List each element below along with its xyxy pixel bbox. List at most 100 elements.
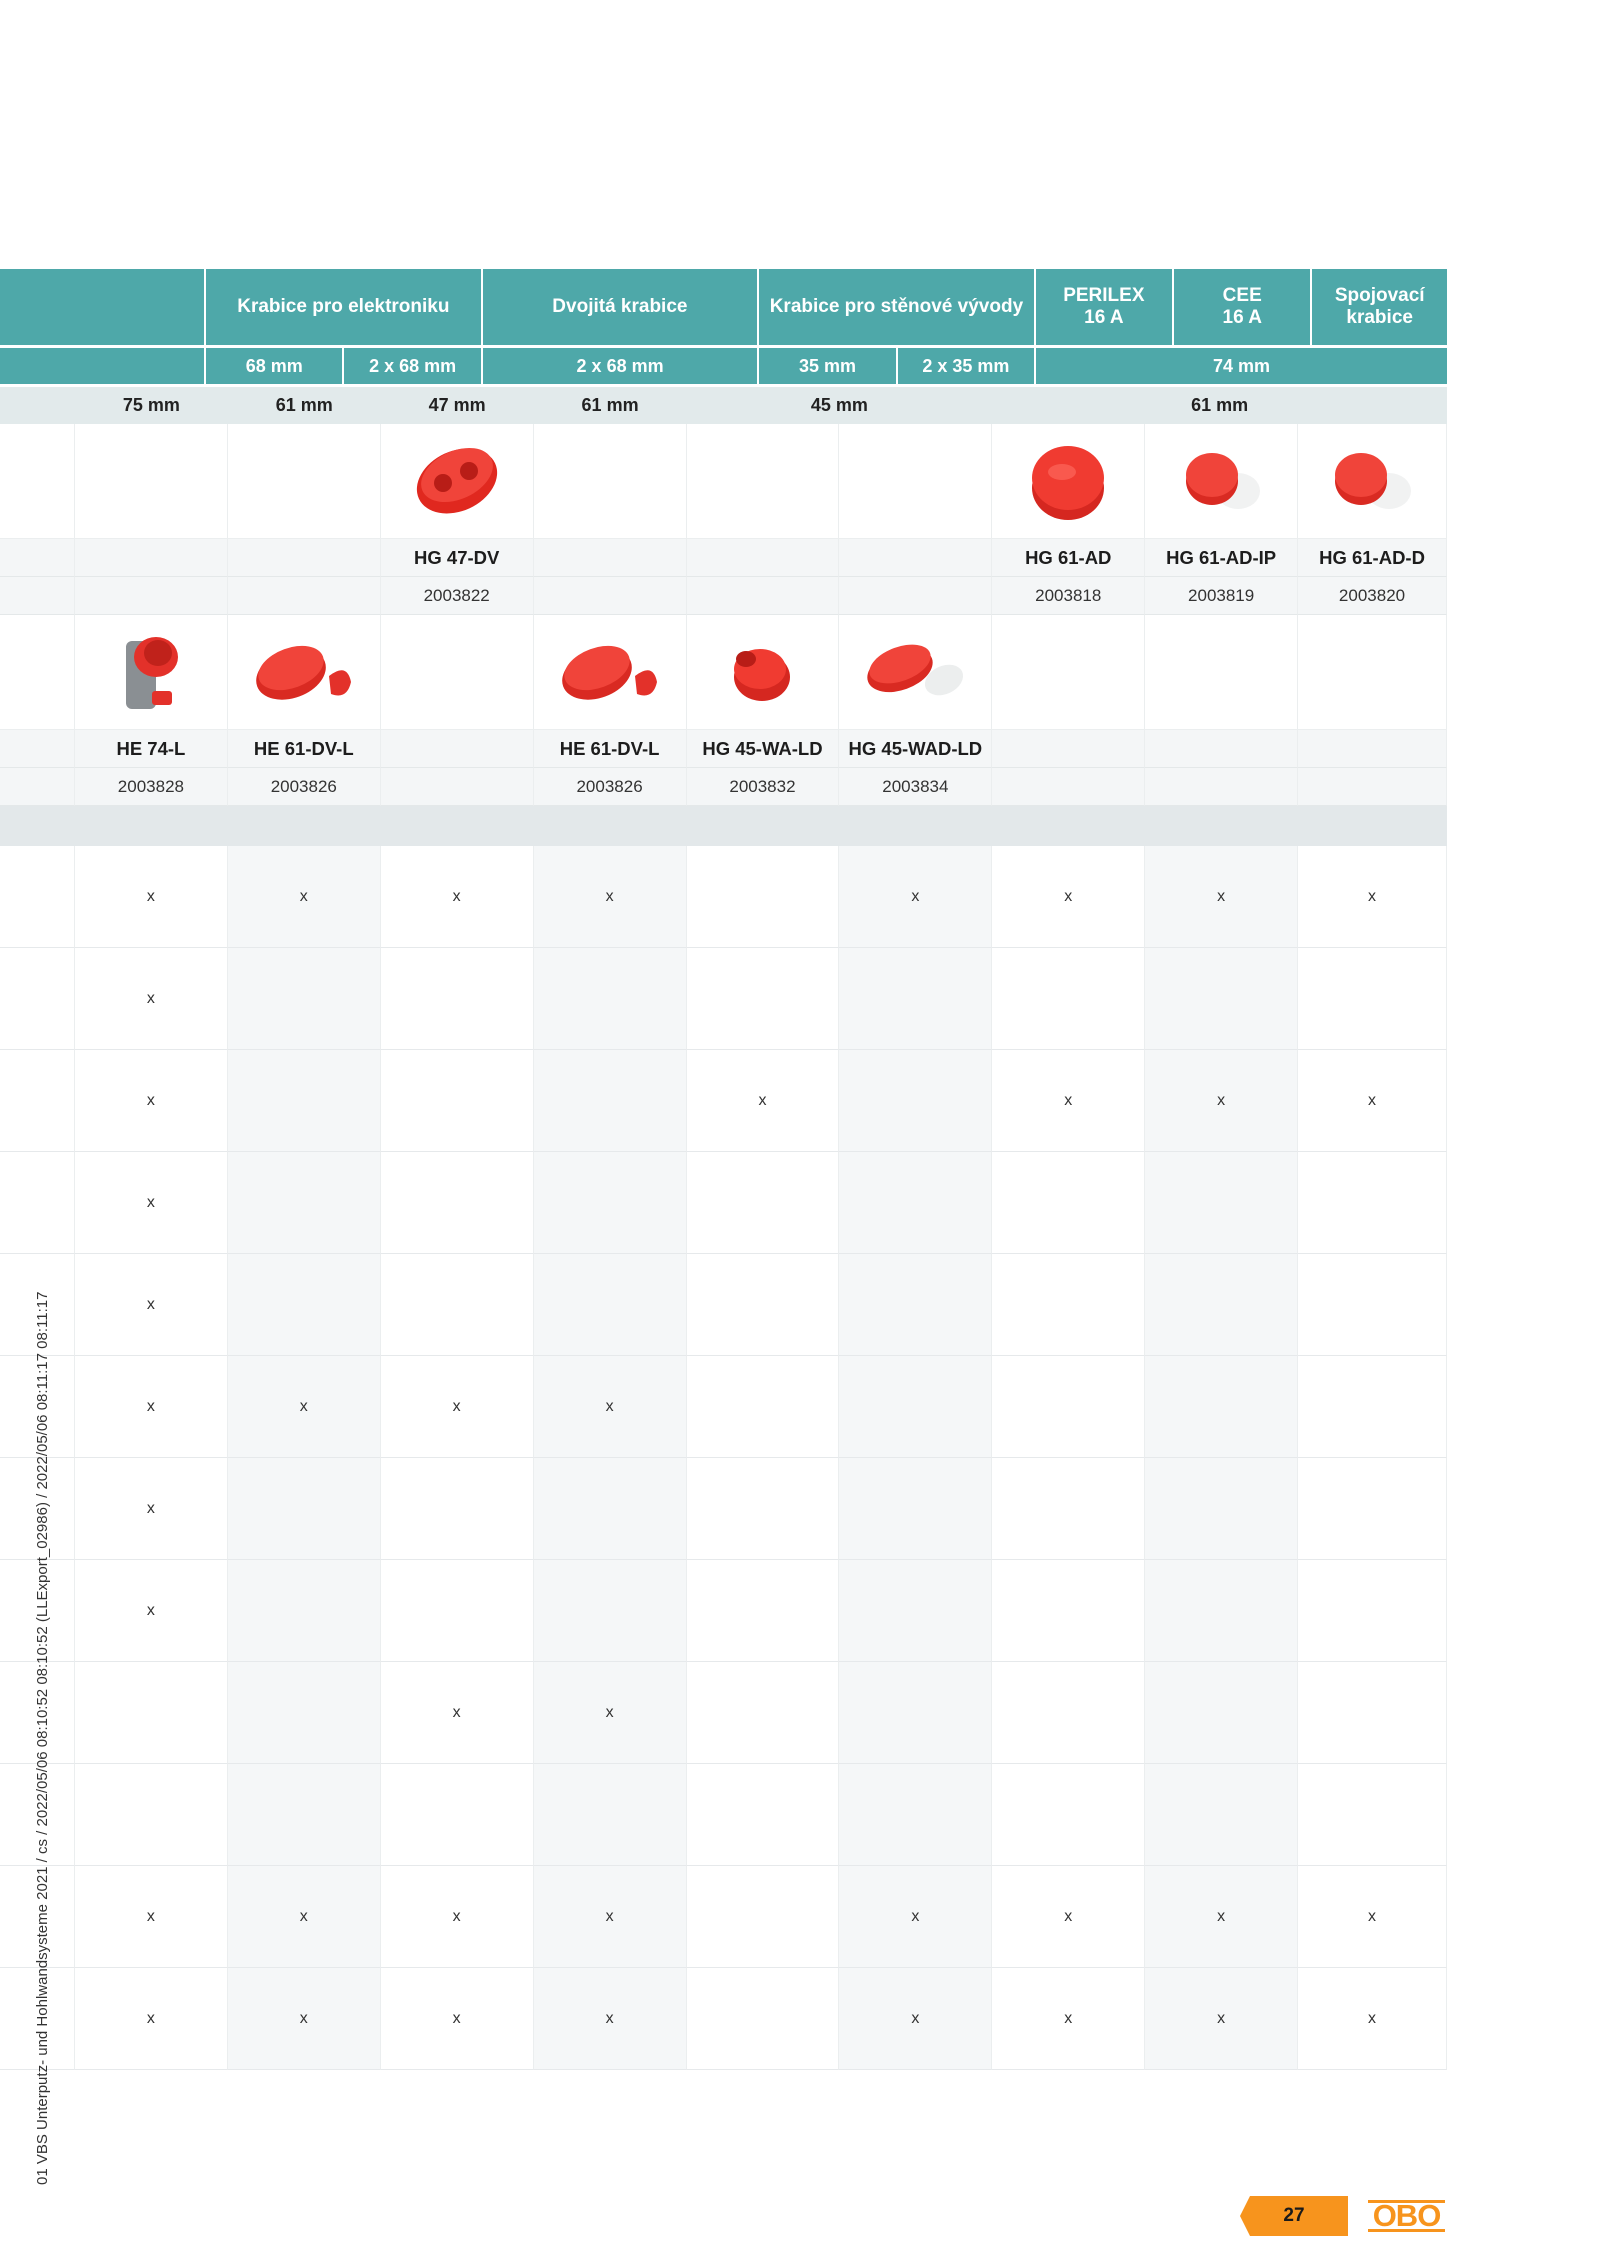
feature-mark: x — [74, 1356, 228, 1458]
product-code — [1145, 730, 1299, 768]
article-number: 2003818 — [992, 577, 1146, 615]
feature-mark — [839, 1662, 993, 1764]
feature-row: x — [0, 948, 1447, 1050]
category-header-junction-box: Spojovací krabice — [1334, 285, 1425, 328]
article-number — [0, 768, 75, 806]
feature-mark — [1145, 1662, 1299, 1764]
round-box-large-icon — [1032, 446, 1105, 520]
feature-mark: x — [74, 1560, 228, 1662]
product-image-row-b — [0, 615, 1447, 730]
feature-mark: x — [1145, 846, 1299, 948]
feature-mark — [992, 1560, 1146, 1662]
image-cell — [74, 615, 228, 730]
product-code — [74, 539, 228, 577]
double-box-oval-icon — [416, 447, 497, 514]
depth-75: 75 mm — [122, 395, 180, 415]
feature-mark — [227, 1764, 381, 1866]
section-separator — [0, 806, 1447, 846]
feature-mark: x — [992, 846, 1146, 948]
feature-mark: x — [839, 846, 993, 948]
feature-row: x — [0, 1560, 1447, 1662]
image-cell — [992, 615, 1146, 730]
feature-mark — [533, 1152, 687, 1254]
feature-mark: x — [1298, 1050, 1447, 1152]
feature-mark — [686, 1152, 840, 1254]
feature-mark: x — [533, 1968, 687, 2070]
feature-mark — [992, 1458, 1146, 1560]
image-cell — [992, 424, 1146, 539]
image-cell — [686, 424, 840, 539]
feature-mark — [0, 1152, 75, 1254]
feature-mark — [380, 1764, 534, 1866]
feature-mark — [1298, 1356, 1447, 1458]
feature-mark — [227, 948, 381, 1050]
feature-mark — [686, 1560, 840, 1662]
feature-mark — [686, 1356, 840, 1458]
feature-mark: x — [227, 1866, 381, 1968]
feature-mark: x — [992, 1866, 1146, 1968]
article-number: 2003822 — [380, 577, 534, 615]
product-code: HE 61-DV-L — [533, 730, 687, 768]
feature-mark: x — [992, 1968, 1146, 2070]
feature-mark — [1145, 1356, 1299, 1458]
print-metadata-text: 01 VBS Unterputz- und Hohlwandsysteme 20… — [34, 1291, 51, 2185]
image-cell — [0, 424, 75, 539]
feature-mark — [533, 1764, 687, 1866]
feature-mark: x — [380, 1968, 534, 2070]
feature-mark: x — [1145, 1968, 1299, 2070]
depth-61-b: 61 mm — [581, 395, 639, 415]
image-cell — [686, 615, 840, 730]
product-code: HE 74-L — [74, 730, 228, 768]
feature-mark — [0, 846, 75, 948]
feature-mark: x — [992, 1050, 1146, 1152]
dimension-2x68-b: 2 x 68 mm — [483, 348, 760, 384]
feature-row: x — [0, 1254, 1447, 1356]
feature-mark — [992, 1764, 1146, 1866]
feature-mark: x — [533, 1662, 687, 1764]
feature-mark: x — [1145, 1050, 1299, 1152]
dimension-empty — [0, 348, 207, 384]
product-code — [686, 539, 840, 577]
image-cell — [1145, 615, 1299, 730]
feature-mark: x — [74, 1050, 228, 1152]
feature-mark — [686, 1662, 840, 1764]
feature-mark — [1298, 1560, 1447, 1662]
feature-mark — [533, 1458, 687, 1560]
feature-mark — [227, 1152, 381, 1254]
feature-mark — [1145, 1152, 1299, 1254]
product-code — [0, 730, 75, 768]
product-code: HG 47-DV — [380, 539, 534, 577]
feature-mark — [1298, 1662, 1447, 1764]
depth-empty — [0, 387, 75, 424]
image-cell — [533, 424, 687, 539]
deep-box-gray-icon — [125, 637, 178, 709]
product-code — [1298, 730, 1447, 768]
feature-mark — [839, 1152, 993, 1254]
feature-mark — [1145, 1254, 1299, 1356]
feature-mark — [1298, 1764, 1447, 1866]
feature-row: xxxxx — [0, 1050, 1447, 1152]
feature-mark — [0, 948, 75, 1050]
depth-61-c: 61 mm — [1191, 395, 1249, 415]
product-code — [380, 730, 534, 768]
image-cell — [380, 424, 534, 539]
feature-mark: x — [1145, 1866, 1299, 1968]
feature-mark — [839, 1560, 993, 1662]
article-number: 2003834 — [839, 768, 993, 806]
feature-mark: x — [74, 846, 228, 948]
feature-mark — [839, 1254, 993, 1356]
feature-mark: x — [533, 846, 687, 948]
image-cell — [227, 615, 381, 730]
wall-outlet-box-icon — [734, 649, 791, 701]
feature-mark: x — [839, 1968, 993, 2070]
product-code — [992, 730, 1146, 768]
product-selection-table: Krabice pro elektroniku Dvojitá krabice … — [0, 269, 1447, 2070]
feature-mark — [686, 948, 840, 1050]
article-number: 2003820 — [1298, 577, 1447, 615]
image-cell — [0, 615, 75, 730]
article-number: 2003819 — [1145, 577, 1299, 615]
product-code: HE 61-DV-L — [227, 730, 381, 768]
product-code: HG 61-AD — [992, 539, 1146, 577]
dimension-68: 68 mm — [206, 348, 345, 384]
article-number-row-b: 2003828 2003826 2003826 2003832 2003834 — [0, 768, 1447, 806]
